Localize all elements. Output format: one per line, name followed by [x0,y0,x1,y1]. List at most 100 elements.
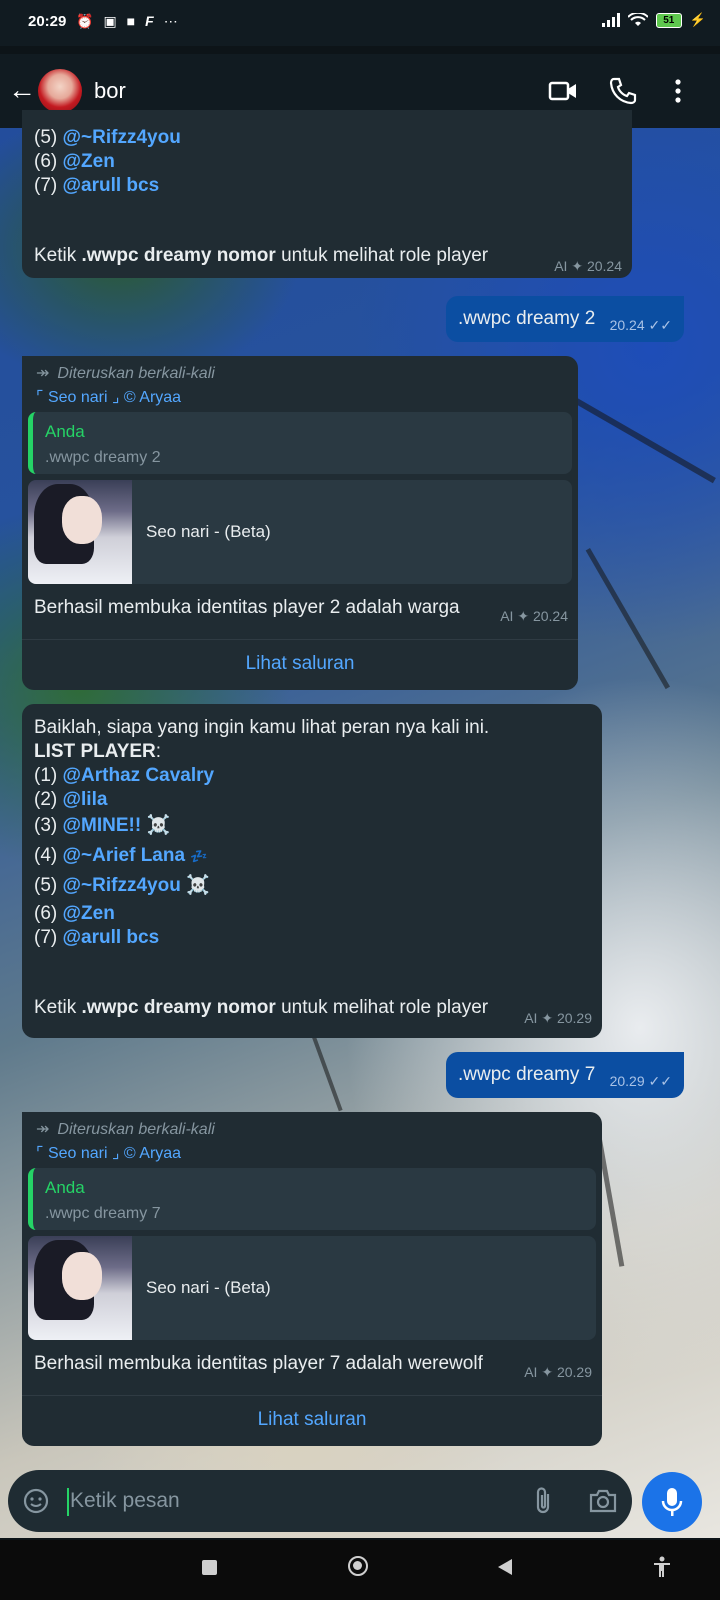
message-bubble-outgoing[interactable]: .wwpc dreamy 7 20.29 ✓✓ [446,1052,684,1098]
player-mention[interactable]: @~Arief Lana [63,845,186,866]
preview-thumbnail [28,1236,132,1340]
system-nav-bar [0,1540,720,1600]
signal-icon [601,13,620,27]
player-mention[interactable]: @arull bcs [63,175,160,196]
attach-icon[interactable] [532,1486,556,1516]
player-mention[interactable]: @~Rifzz4you [63,875,181,896]
chat-title[interactable]: bor [94,78,126,104]
message-bubble-incoming[interactable]: (5) @~Rifzz4you (6) @Zen (7) @arull bcs … [22,110,632,278]
ai-label: AI [524,1364,538,1380]
quote-author: Anda [45,422,85,441]
square-icon: ■ [126,13,136,29]
quote-author: Anda [45,1178,85,1197]
message-text: Berhasil membuka identitas player 2 adal… [34,597,460,618]
quote-text: .wwpc dreamy 2 [45,449,161,466]
ai-label: AI [524,1010,538,1026]
sparkle-icon: ✦ [517,608,530,624]
message-footer-text: Ketik .wwpc dreamy nomor untuk melihat r… [34,996,488,1020]
message-input-bar: Ketik pesan [8,1470,632,1532]
player-mention[interactable]: @arull bcs [63,927,160,948]
message-input[interactable]: Ketik pesan [70,1489,180,1513]
view-channel-button[interactable]: Lihat saluran [22,652,578,676]
mic-icon [661,1488,683,1516]
status-time: 20:29 [28,13,67,30]
status-system-icons: 51 ⚡ [601,12,706,28]
player-line: (7) @arull bcs [34,174,159,198]
skull-icon: ☠️ [146,815,171,836]
player-number: (2) [34,789,63,810]
quote-text: .wwpc dreamy 7 [45,1205,161,1222]
player-line: (7) @arull bcs [34,926,159,950]
wifi-icon [627,13,648,26]
message-bubble-forwarded[interactable]: ↠ Diteruskan berkali-kali ⌜ Seo nari ⌟ © … [22,1112,602,1446]
footer-prefix: Ketik [34,997,82,1018]
video-call-icon[interactable] [548,76,578,106]
player-line: (4) @~Arief Lana 💤 [34,844,208,868]
message-bubble-forwarded[interactable]: ↠ Diteruskan berkali-kali ⌜ Seo nari ⌟ © … [22,356,578,690]
time-value: 20.24 [586,258,622,274]
player-mention[interactable]: @lila [63,789,108,810]
time-value: 20.24 [532,608,568,624]
text-caret [67,1488,69,1516]
sparkle-icon: ✦ [571,258,584,274]
skull-icon: ☠️ [186,875,210,896]
read-ticks-icon: ✓✓ [648,317,672,333]
footer-command: .wwpc dreamy nomor [81,245,276,266]
back-icon[interactable] [496,1558,514,1576]
message-time: AI ✦ 20.24 [500,604,568,628]
accessibility-icon[interactable] [652,1556,672,1578]
player-number: (7) [34,927,63,948]
player-number: (5) [34,875,63,896]
link-preview[interactable]: Seo nari - (Beta) [28,480,572,584]
status-bar: 20:29 ⏰ ▣ ■ F ⋯ 51 ⚡ [0,0,720,46]
player-mention[interactable]: @Arthaz Cavalry [63,765,215,786]
footer-suffix: untuk melihat role player [275,245,489,266]
ai-label: AI [554,258,568,274]
message-time: AI ✦ 20.29 [524,1006,592,1030]
quoted-message[interactable]: Anda .wwpc dreamy 2 [28,412,572,474]
camera-icon[interactable] [588,1488,618,1514]
list-heading-text: LIST PLAYER [34,741,156,762]
link-preview[interactable]: Seo nari - (Beta) [28,1236,596,1340]
player-number: (3) [34,815,63,836]
player-mention[interactable]: @MINE!! [63,815,142,836]
player-mention[interactable]: @Zen [63,151,115,172]
f-icon: F [145,13,154,29]
forwarded-text: Diteruskan berkali-kali [57,365,215,382]
ai-label: AI [500,608,514,624]
recents-icon[interactable] [202,1560,217,1575]
player-line: (5) @~Rifzz4you [34,126,181,150]
mic-button[interactable] [642,1472,702,1532]
time-value: 20.24 [609,317,645,333]
message-text: .wwpc dreamy 7 [458,1064,596,1085]
sticker-icon[interactable] [22,1487,50,1515]
avatar[interactable] [38,69,82,113]
player-number: (6) [34,151,63,172]
channel-name[interactable]: ⌜ Seo nari ⌟ © Aryaa [36,386,181,410]
message-time: AI ✦ 20.24 [554,254,622,278]
view-channel-button[interactable]: Lihat saluran [22,1408,602,1432]
back-arrow-icon[interactable]: ← [8,74,36,106]
voice-call-icon[interactable] [608,76,638,106]
player-line: (6) @Zen [34,150,115,174]
sparkle-icon: ✦ [541,1364,554,1380]
message-bubble-outgoing[interactable]: .wwpc dreamy 2 20.24 ✓✓ [446,296,684,342]
player-mention[interactable]: @Zen [63,903,115,924]
player-line: (1) @Arthaz Cavalry [34,764,214,788]
message-icon: ▣ [103,13,117,29]
player-number: (4) [34,845,63,866]
player-mention[interactable]: @~Rifzz4you [63,127,181,148]
player-line: (6) @Zen [34,902,115,926]
menu-dots-icon[interactable] [668,76,688,106]
home-icon[interactable] [348,1556,368,1576]
message-time: AI ✦ 20.29 [524,1360,592,1384]
time-value: 20.29 [556,1010,592,1026]
channel-name[interactable]: ⌜ Seo nari ⌟ © Aryaa [36,1142,181,1166]
message-time: 20.24 ✓✓ [610,313,672,337]
forward-arrow-icon: ↠ [36,365,50,382]
message-bubble-incoming[interactable]: Baiklah, siapa yang ingin kamu lihat per… [22,704,602,1038]
read-ticks-icon: ✓✓ [648,1073,672,1089]
time-value: 20.29 [609,1073,645,1089]
footer-command: .wwpc dreamy nomor [81,997,276,1018]
quoted-message[interactable]: Anda .wwpc dreamy 7 [28,1168,596,1230]
